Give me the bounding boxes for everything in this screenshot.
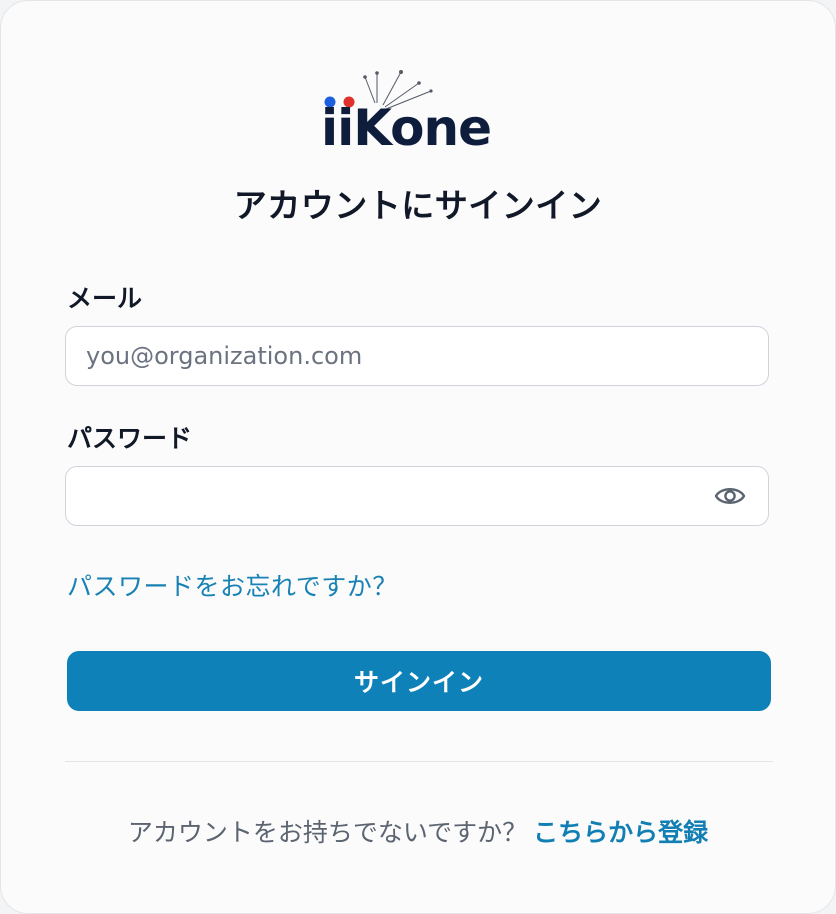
email-field[interactable] bbox=[86, 327, 706, 385]
eye-icon[interactable] bbox=[714, 482, 746, 510]
register-link[interactable]: こちらから登録 bbox=[533, 818, 708, 847]
footer-prompt: アカウントをお持ちでないですか？ bbox=[127, 818, 528, 847]
password-label: パスワード bbox=[67, 424, 193, 453]
brand-logo: iiKone bbox=[321, 70, 492, 151]
footer: アカウントをお持ちでないですか？ こちらから登録 bbox=[1, 813, 835, 849]
signin-button[interactable]: サインイン bbox=[67, 651, 771, 711]
email-label: メール bbox=[67, 284, 143, 313]
forgot-password-link[interactable]: パスワードをお忘れですか？ bbox=[67, 567, 398, 603]
signin-card: iiKone アカウントにサインイン メール パスワード パスワードをお忘れです… bbox=[0, 0, 836, 914]
email-field-container bbox=[65, 326, 769, 386]
page-title: アカウントにサインイン bbox=[233, 186, 603, 225]
password-field[interactable] bbox=[86, 467, 706, 525]
brand-wordmark: iiKone bbox=[321, 99, 491, 151]
divider bbox=[65, 761, 773, 762]
password-field-container bbox=[65, 466, 769, 526]
